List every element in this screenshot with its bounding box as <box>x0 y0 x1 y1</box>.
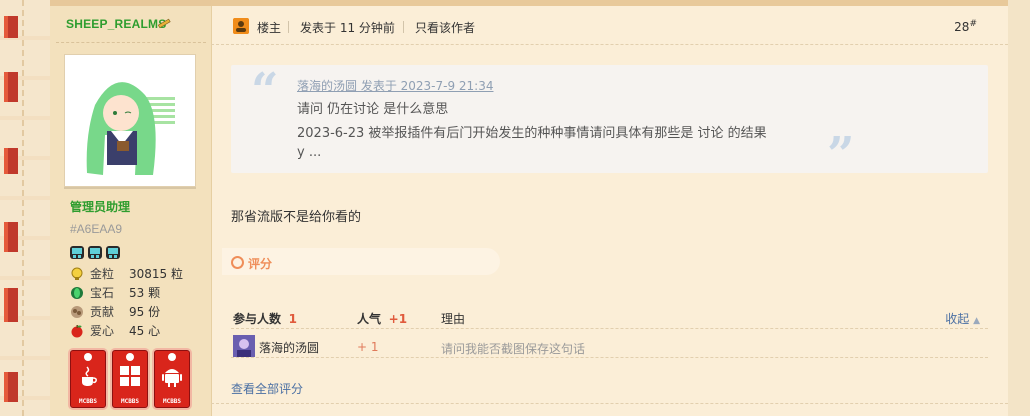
author-name[interactable]: SHEEP_REALMS <box>66 17 166 31</box>
stat-label: 金粒 <box>90 267 115 281</box>
open-quote-icon: “ <box>251 63 279 119</box>
caret-up-icon: ▲ <box>973 316 980 326</box>
stat-gold: 金粒 30815 粒 <box>70 264 183 283</box>
rater-name-link[interactable]: 落海的汤圆 <box>259 339 319 356</box>
stat-label: 宝石 <box>90 286 115 300</box>
emerald-icon <box>71 286 83 299</box>
participants-header: 参与人数 1 <box>233 312 298 326</box>
badge-caption: MCBBS <box>78 398 98 405</box>
stat-label: 爱心 <box>90 324 115 338</box>
stat-gem: 宝石 53 颗 <box>70 283 183 302</box>
stat-value: 53 颗 <box>129 286 161 300</box>
post-time: 发表于 11 分钟前 <box>300 21 395 35</box>
table-row: 落海的汤圆 + 1 请问我能否截图保存这句话 <box>231 329 988 358</box>
quote-author-link[interactable]: 落海的汤圆 发表于 2023-7-9 21:34 <box>297 77 494 94</box>
badge-caption: MCBBS <box>162 398 182 405</box>
view-all-ratings-link[interactable]: 查看全部评分 <box>231 380 303 397</box>
quote-block: “ 落海的汤圆 发表于 2023-7-9 21:34 请问 仍在讨论 是什么意思… <box>231 63 988 179</box>
rating-tab[interactable]: 评分 <box>222 248 500 275</box>
rater-score: + 1 <box>357 340 379 354</box>
creeper-medal-icon[interactable] <box>88 246 102 259</box>
android-badge-icon[interactable]: MCBBS <box>154 350 190 408</box>
stat-label: 贡献 <box>90 305 115 319</box>
rating-label: 评分 <box>248 257 273 271</box>
creeper-medal-icon[interactable] <box>106 246 120 259</box>
author-only-link[interactable]: 只看该作者 <box>415 19 475 36</box>
contribution-icon <box>71 305 83 318</box>
host-user-icon <box>233 18 249 34</box>
right-margin <box>1008 0 1030 416</box>
rating-circle-icon <box>231 256 244 269</box>
collapse-button[interactable]: 收起 ▲ <box>945 310 980 327</box>
creeper-medal-icon[interactable] <box>70 246 84 259</box>
author-sidebar: SHEEP_REALMS 管理员助理 #A6EAA9 金粒 30815 粒 宝石… <box>50 0 212 416</box>
rater-reason: 请问我能否截图保存这句话 <box>441 342 586 356</box>
quote-line: 请问 仍在讨论 是什么意思 <box>297 102 449 117</box>
decorative-border <box>0 0 50 416</box>
stat-value: 45 心 <box>129 324 161 338</box>
rating-table: 参与人数 1 人气 +1 理由 收起 ▲ 落海的汤圆 + 1 请问我能否截图保存… <box>231 306 988 358</box>
user-code: #A6EAA9 <box>70 222 123 236</box>
gold-nugget-icon <box>71 267 83 280</box>
popularity-header: 人气 +1 <box>357 312 408 326</box>
rating-table-header: 参与人数 1 人气 +1 理由 收起 ▲ <box>231 306 988 329</box>
host-label: 楼主 <box>257 21 282 35</box>
rater-avatar[interactable] <box>233 335 255 357</box>
stat-value: 95 份 <box>129 305 161 319</box>
reply-text: 那省流版不是给你看的 <box>231 210 362 225</box>
quote-line: 2023-6-23 被举报插件有后门开始发生的种种事情请问具体有那些是 讨论 的… <box>297 126 767 141</box>
stat-love: 爱心 45 心 <box>70 321 183 340</box>
stat-contribution: 贡献 95 份 <box>70 302 183 321</box>
medal-row <box>70 244 124 260</box>
floor-number[interactable]: 28# <box>954 19 977 34</box>
stat-value: 30815 粒 <box>129 267 183 281</box>
post-top-bar <box>211 0 1008 6</box>
apple-heart-icon <box>71 324 83 337</box>
reason-header: 理由 <box>441 312 466 326</box>
group-title[interactable]: 管理员助理 <box>70 198 130 215</box>
post-header: 楼主 发表于 11 分钟前 只看该作者 28# <box>233 16 993 38</box>
windows-badge-icon[interactable]: MCBBS <box>112 350 148 408</box>
quote-line: y ... <box>297 145 322 160</box>
avatar[interactable] <box>64 54 196 187</box>
badge-caption: MCBBS <box>120 398 140 405</box>
close-quote-icon: ” <box>827 127 855 183</box>
user-stats: 金粒 30815 粒 宝石 53 颗 贡献 95 份 爱心 45 心 <box>70 264 183 340</box>
pencil-icon <box>157 18 171 29</box>
java-badge-icon[interactable]: MCBBS <box>70 350 106 408</box>
